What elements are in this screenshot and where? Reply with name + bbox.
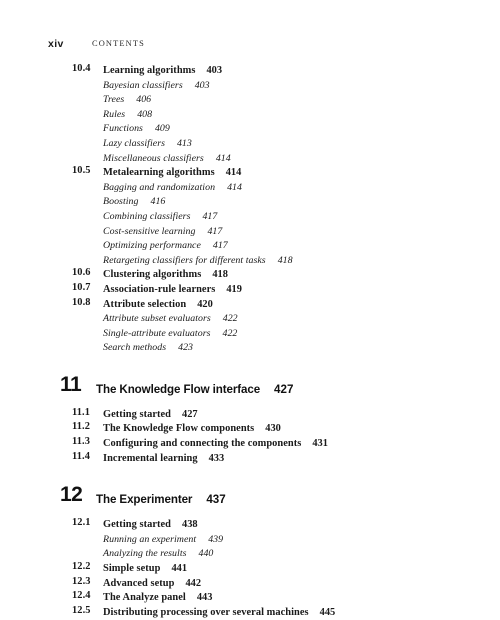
section-entry[interactable]: 11.4 Incremental learning 433 <box>0 450 500 465</box>
subsection-entry[interactable]: Running an experiment 439 <box>0 531 500 546</box>
section-number: 11.1 <box>72 406 91 418</box>
section-entry[interactable]: 11.1 Getting started 427 <box>0 406 500 421</box>
page-folio: xiv <box>48 38 64 50</box>
section-page-number: 445 <box>319 606 336 618</box>
section-number: 11.3 <box>72 436 91 448</box>
section-number: 12.4 <box>72 590 91 602</box>
subsection-entry[interactable]: Rules 408 <box>0 106 500 121</box>
running-head-label: CONTENTS <box>92 39 145 48</box>
chapter-number: 11 <box>60 372 82 396</box>
section-title: Incremental learning <box>103 452 198 464</box>
subsection-entry[interactable]: Cost-sensitive learning 417 <box>0 223 500 238</box>
section-number: 10.5 <box>72 165 91 177</box>
section-title: Distributing processing over several mac… <box>103 606 309 618</box>
section-entry[interactable]: 12.5 Distributing processing over several… <box>0 604 500 619</box>
subsection-entry[interactable]: Bayesian classifiers 403 <box>0 77 500 92</box>
chapter-title: The Experimenter <box>96 493 193 507</box>
chapter-page-number: 437 <box>206 493 226 507</box>
section-entry[interactable]: 12.3 Advanced setup 442 <box>0 575 500 590</box>
subsection-entry[interactable]: Retargeting classifiers for different ta… <box>0 252 500 267</box>
chapter-title: The Knowledge Flow interface <box>96 382 261 396</box>
subsection-entry[interactable]: Single-attribute evaluators 422 <box>0 325 500 340</box>
chapter-number: 12 <box>60 483 83 507</box>
subsection-page-number: 423 <box>178 342 193 354</box>
subsection-entry[interactable]: Attribute subset evaluators 422 <box>0 310 500 325</box>
section-number: 10.6 <box>72 267 91 279</box>
section-number: 12.5 <box>72 604 91 616</box>
subsection-entry[interactable]: Analyzing the results 440 <box>0 545 500 560</box>
section-entry[interactable]: 10.8 Attribute selection 420 <box>0 296 500 311</box>
table-of-contents: 10.4 Learning algorithms 403 Bayesian class… <box>0 62 500 618</box>
section-number: 12.3 <box>72 575 91 587</box>
chapter-entry[interactable]: 12 The Experimenter 437 <box>0 483 500 516</box>
section-entry[interactable]: 12.4 The Analyze panel 443 <box>0 589 500 604</box>
toc-page: { "page": { "folio": "xiv", "running_hea… <box>0 0 500 618</box>
section-page-number: 433 <box>208 452 225 464</box>
subsection-entry[interactable]: Search methods 423 <box>0 339 500 354</box>
section-entry[interactable]: 11.2 The Knowledge Flow components 430 <box>0 420 500 435</box>
section-entry[interactable]: 10.5 Metalearning algorithms 414 <box>0 164 500 179</box>
section-number: 10.4 <box>72 63 91 74</box>
section-number: 11.4 <box>72 450 91 462</box>
subsection-entry[interactable]: Functions 409 <box>0 120 500 135</box>
running-head: xiv CONTENTS <box>48 38 452 52</box>
subsection-entry[interactable]: Miscellaneous classifiers 414 <box>0 150 500 165</box>
subsection-entry[interactable]: Combining classifiers 417 <box>0 208 500 223</box>
subsection-title: Search methods <box>103 342 167 354</box>
section-number: 11.2 <box>72 421 91 433</box>
chapter-page-number: 427 <box>274 382 294 396</box>
section-entry[interactable]: 10.4 Learning algorithms 403 <box>0 62 500 77</box>
subsection-entry[interactable]: Trees 406 <box>0 91 500 106</box>
section-number: 12.1 <box>72 517 91 529</box>
chapter-entry[interactable]: 11 The Knowledge Flow interface 427 <box>0 372 500 406</box>
subsection-entry[interactable]: Optimizing performance 417 <box>0 237 500 252</box>
subsection-entry[interactable]: Boosting 416 <box>0 193 500 208</box>
section-number: 10.7 <box>72 281 91 293</box>
section-entry[interactable]: 10.6 Clustering algorithms 418 <box>0 266 500 281</box>
section-entry[interactable]: 10.7 Association-rule learners 419 <box>0 281 500 296</box>
section-entry[interactable]: 12.2 Simple setup 441 <box>0 560 500 575</box>
section-number: 12.2 <box>72 561 91 573</box>
section-entry[interactable]: 11.3 Configuring and connecting the compo… <box>0 435 500 450</box>
subsection-entry[interactable]: Bagging and randomization 414 <box>0 179 500 194</box>
section-number: 10.8 <box>72 296 91 308</box>
section-entry[interactable]: 12.1 Getting started 438 <box>0 516 500 531</box>
subsection-entry[interactable]: Lazy classifiers 413 <box>0 135 500 150</box>
